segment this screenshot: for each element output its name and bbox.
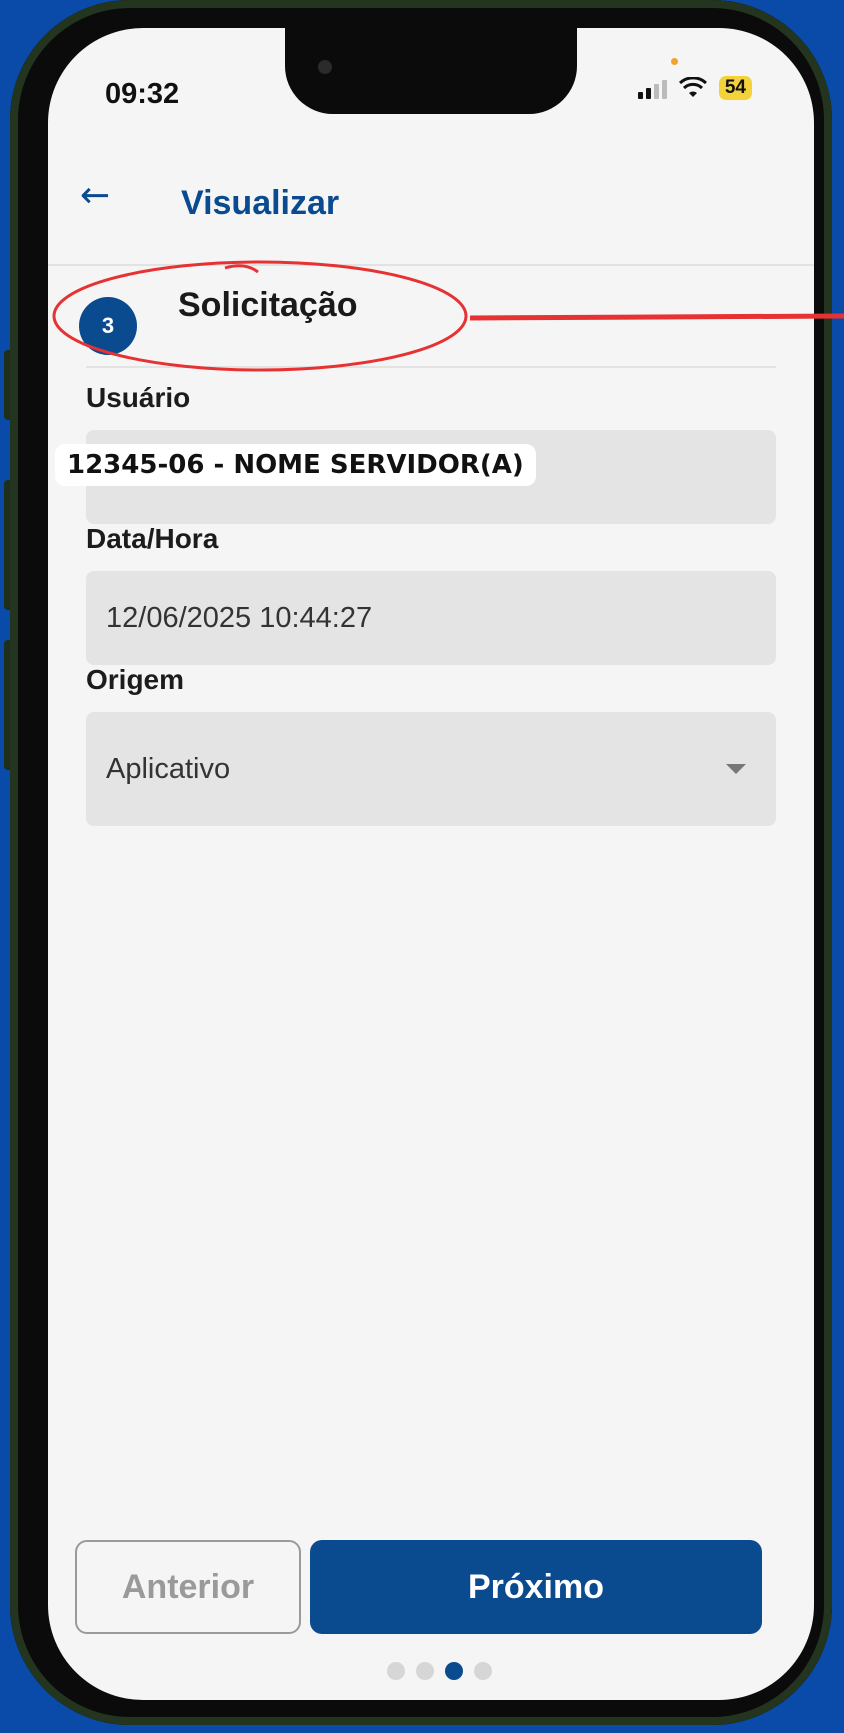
annotation-tick: [224, 264, 259, 274]
annotation-arrow-line: [469, 313, 844, 321]
annotation-overlay: [52, 260, 844, 372]
annotation-ellipse: [52, 260, 468, 372]
